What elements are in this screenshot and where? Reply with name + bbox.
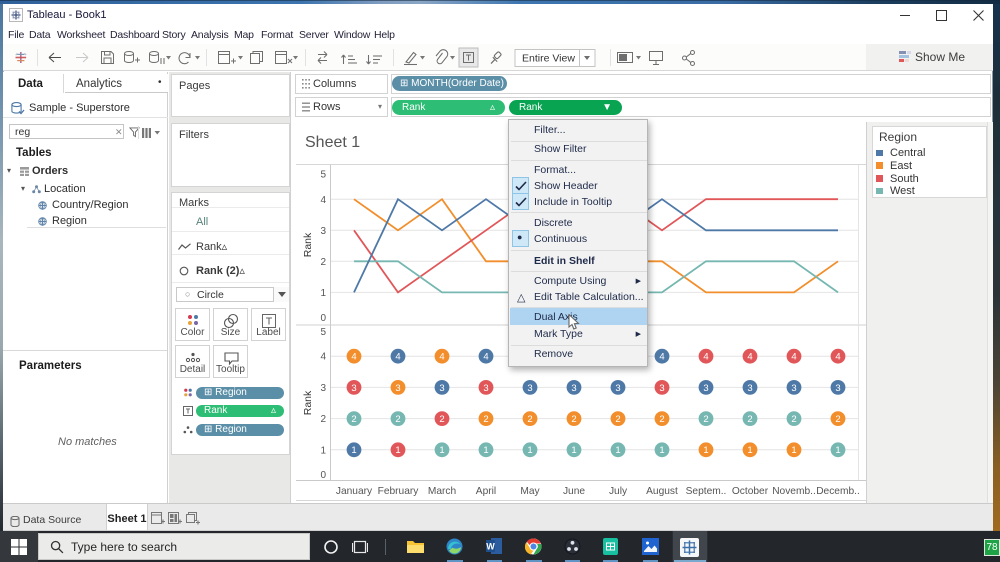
svg-text:August: August — [646, 486, 678, 497]
svg-text:4: 4 — [483, 352, 488, 363]
svg-text:5: 5 — [320, 170, 326, 181]
svg-text:2: 2 — [835, 414, 840, 425]
svg-text:October: October — [732, 486, 769, 497]
svg-text:3: 3 — [791, 383, 796, 394]
svg-text:1: 1 — [791, 445, 796, 456]
svg-text:April: April — [476, 486, 496, 497]
svg-text:3: 3 — [320, 383, 326, 394]
svg-text:January: January — [336, 486, 373, 497]
svg-text:2: 2 — [791, 414, 796, 425]
svg-text:1: 1 — [483, 445, 488, 456]
svg-text:4: 4 — [320, 352, 326, 363]
svg-text:1: 1 — [571, 445, 576, 456]
svg-text:3: 3 — [615, 383, 620, 394]
svg-text:3: 3 — [747, 383, 752, 394]
svg-text:3: 3 — [703, 383, 708, 394]
svg-text:1: 1 — [439, 445, 444, 456]
svg-text:4: 4 — [395, 352, 400, 363]
svg-text:2: 2 — [615, 414, 620, 425]
svg-text:4: 4 — [320, 195, 326, 206]
svg-text:4: 4 — [351, 352, 356, 363]
svg-text:1: 1 — [320, 445, 326, 456]
svg-text:2: 2 — [747, 414, 752, 425]
svg-text:3: 3 — [527, 383, 532, 394]
svg-text:1: 1 — [703, 445, 708, 456]
svg-text:0: 0 — [320, 313, 326, 324]
svg-text:1: 1 — [527, 445, 532, 456]
svg-text:June: June — [563, 486, 585, 497]
svg-text:1: 1 — [615, 445, 620, 456]
svg-text:W: W — [486, 542, 495, 552]
svg-text:3: 3 — [659, 383, 664, 394]
svg-text:February: February — [378, 486, 420, 497]
svg-text:3: 3 — [483, 383, 488, 394]
svg-text:1: 1 — [395, 445, 400, 456]
svg-text:Rank: Rank — [302, 390, 314, 415]
svg-text:2: 2 — [320, 257, 326, 268]
svg-text:Novemb..: Novemb.. — [772, 486, 816, 497]
svg-text:1: 1 — [659, 445, 664, 456]
svg-text:Entire View: Entire View — [522, 53, 575, 65]
svg-text:4: 4 — [659, 352, 664, 363]
svg-text:4: 4 — [703, 352, 708, 363]
svg-text:2: 2 — [320, 414, 326, 425]
svg-text:3: 3 — [571, 383, 576, 394]
svg-text:4: 4 — [439, 352, 444, 363]
svg-text:4: 4 — [835, 352, 840, 363]
svg-text:4: 4 — [747, 352, 752, 363]
svg-text:July: July — [609, 486, 628, 497]
svg-text:Septem..: Septem.. — [686, 486, 727, 497]
svg-text:Decemb..: Decemb.. — [816, 486, 860, 497]
svg-text:1: 1 — [320, 288, 326, 299]
svg-text:2: 2 — [659, 414, 664, 425]
svg-text:3: 3 — [439, 383, 444, 394]
svg-text:0: 0 — [320, 470, 326, 481]
svg-text:May: May — [520, 486, 540, 497]
svg-text:3: 3 — [395, 383, 400, 394]
svg-text:1: 1 — [835, 445, 840, 456]
svg-text:4: 4 — [791, 352, 796, 363]
svg-text:2: 2 — [703, 414, 708, 425]
svg-text:2: 2 — [439, 414, 444, 425]
svg-text:Rank: Rank — [302, 232, 314, 257]
svg-text:5: 5 — [320, 327, 326, 338]
svg-text:March: March — [428, 486, 456, 497]
svg-text:3: 3 — [351, 383, 356, 394]
svg-text:2: 2 — [571, 414, 576, 425]
svg-text:2: 2 — [483, 414, 488, 425]
svg-text:2: 2 — [395, 414, 400, 425]
svg-text:2: 2 — [527, 414, 532, 425]
svg-text:3: 3 — [320, 226, 326, 237]
svg-text:3: 3 — [835, 383, 840, 394]
svg-text:1: 1 — [747, 445, 752, 456]
svg-text:1: 1 — [351, 445, 356, 456]
svg-text:2: 2 — [351, 414, 356, 425]
